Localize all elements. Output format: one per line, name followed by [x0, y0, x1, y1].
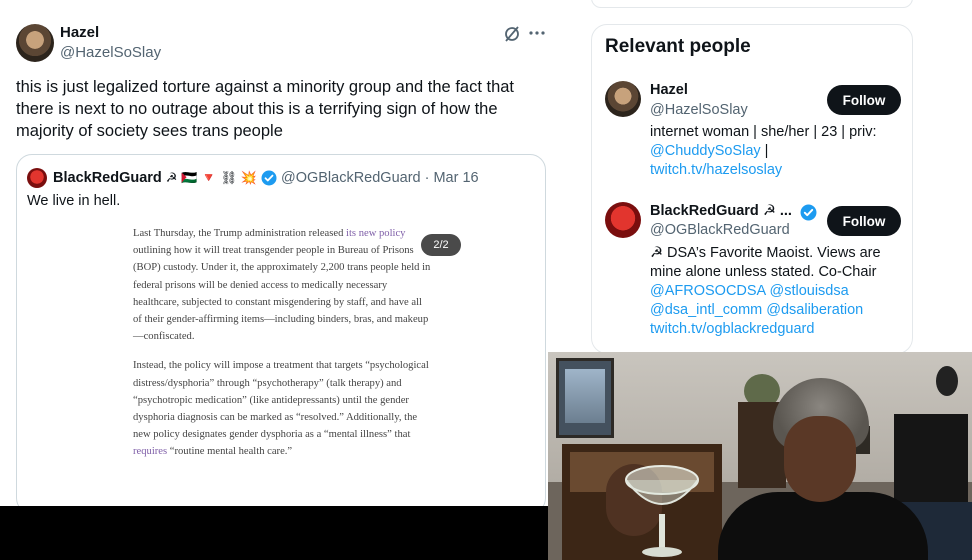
bio-link-dsa-intl-comm[interactable]: @dsa_intl_comm: [650, 302, 762, 318]
cocktail-glass: [625, 465, 699, 557]
bio-link-dsaliberation[interactable]: @dsaliberation: [766, 302, 863, 318]
bio-link-twitch-ogblackredguard[interactable]: twitch.tv/ogblackredguard: [650, 320, 906, 339]
black-letterbox-bar: [0, 506, 548, 560]
person-handle-blackredguard[interactable]: @OGBlackRedGuard: [650, 222, 790, 238]
bio-line-4: @dsa_intl_comm @dsaliberation: [650, 301, 906, 320]
tweet-text: this is just legalized torture against a…: [16, 78, 515, 140]
doc-p2-link: requires: [133, 446, 168, 458]
bio-separator: |: [760, 143, 769, 159]
frame-picture: [565, 369, 605, 423]
quoted-date[interactable]: Mar 16: [433, 170, 478, 186]
grok-slash-icon[interactable]: [503, 25, 521, 43]
wall-clock: [936, 366, 958, 396]
person-face: [784, 416, 856, 502]
quoted-author-emojis: ☭ 🇵🇸 🔻 ⛓ 💥: [165, 170, 257, 185]
quoted-tweet[interactable]: BlackRedGuard ☭ 🇵🇸 🔻 ⛓ 💥 @OGBlackRedGuar…: [16, 154, 546, 514]
person-avatar-hazel[interactable]: [605, 81, 641, 117]
doc-p2-text-rest: “routine mental health care.”: [167, 446, 293, 458]
doc-p1-link: its new policy: [346, 228, 406, 239]
person-body: [718, 492, 928, 560]
main-tweet: Hazel @HazelSoSlay this is just legalize…: [0, 0, 562, 514]
person-avatar-blackredguard[interactable]: [605, 202, 641, 238]
television: [894, 414, 968, 506]
author-name[interactable]: Hazel: [60, 24, 99, 41]
relevant-people-title: Relevant people: [605, 36, 751, 57]
quoted-image-document[interactable]: Last Thursday, the Trump administration …: [133, 225, 433, 473]
person-bio-blackredguard: ☭ DSA’s Favorite Maoist. Views are mine …: [650, 244, 906, 339]
quoted-author-name[interactable]: BlackRedGuard: [53, 170, 162, 186]
bio-text: internet woman | she/her | 23 | priv:: [650, 124, 877, 140]
bio-line-3: @AFROSOCDSA @stlouisdsa: [650, 282, 906, 301]
wall-picture-frame: [556, 358, 614, 438]
person-name-hazel[interactable]: Hazel: [650, 82, 688, 98]
bio-link-stlouisdsa[interactable]: @stlouisdsa: [769, 283, 848, 299]
doc-p1-text-rest: outlining how it will treat transgender …: [133, 245, 431, 343]
follow-button-blackredguard[interactable]: Follow: [827, 206, 901, 236]
bio-line-links: @ChuddySoSlay |: [650, 142, 906, 161]
quoted-author-handle[interactable]: @OGBlackRedGuard: [281, 170, 421, 186]
author-handle[interactable]: @HazelSoSlay: [60, 44, 161, 61]
doc-p1-text: Last Thursday, the Trump administration …: [133, 228, 347, 239]
more-dots-icon[interactable]: [528, 24, 546, 42]
bio-link-chuddysoslay[interactable]: @ChuddySoSlay: [650, 143, 761, 159]
quoted-tweet-text: We live in hell.: [27, 193, 121, 209]
image-pager-badge: 2/2: [421, 234, 461, 256]
meta-separator: ·: [424, 170, 430, 186]
doc-p2-text: Instead, the policy will impose a treatm…: [133, 360, 429, 441]
person-handle-hazel[interactable]: @HazelSoSlay: [650, 102, 748, 118]
verified-badge-icon: [800, 204, 817, 221]
person-bio-hazel: internet woman | she/her | 23 | priv: @C…: [650, 123, 906, 180]
author-avatar[interactable]: [16, 24, 54, 62]
bio-link-afrosocdsa[interactable]: @AFROSOCDSA: [650, 283, 765, 299]
bio-link-twitch-hazel[interactable]: twitch.tv/hazelsoslay: [650, 161, 906, 180]
bio-line-2: mine alone unless stated. Co-Chair: [650, 264, 877, 280]
bio-line-1: ☭ DSA’s Favorite Maoist. Views are: [650, 245, 881, 261]
previous-sidebar-card: [591, 0, 913, 8]
doc-paragraph-1: Last Thursday, the Trump administration …: [133, 225, 433, 345]
follow-button-hazel[interactable]: Follow: [827, 85, 901, 115]
quoted-author-avatar[interactable]: [27, 168, 47, 188]
verified-badge-icon: [261, 170, 277, 186]
person-name-blackredguard[interactable]: BlackRedGuard ☭ ...: [650, 203, 792, 219]
webcam-overlay: [548, 352, 972, 560]
quoted-tweet-header: BlackRedGuard ☭ 🇵🇸 🔻 ⛓ 💥 @OGBlackRedGuar…: [27, 167, 479, 189]
doc-paragraph-2: Instead, the policy will impose a treatm…: [133, 357, 433, 460]
